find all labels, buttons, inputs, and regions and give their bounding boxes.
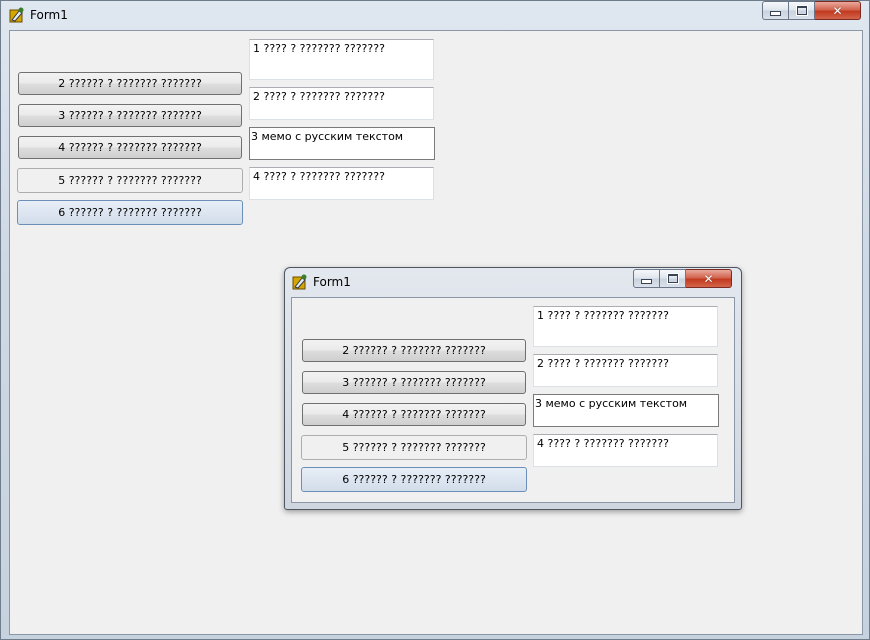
button-2[interactable]: 2 ?????? ? ??????? ???????: [18, 72, 242, 95]
memo-1[interactable]: 1 ???? ? ??????? ???????: [249, 39, 434, 80]
minimize-button[interactable]: [762, 1, 789, 20]
memo-3[interactable]: 3 мемо с русским текстом: [249, 127, 435, 160]
memo-2[interactable]: 2 ???? ? ??????? ???????: [533, 354, 718, 387]
button-5[interactable]: 5 ?????? ? ??????? ???????: [301, 435, 527, 460]
button-6[interactable]: 6 ?????? ? ??????? ???????: [17, 200, 243, 225]
button-6[interactable]: 6 ?????? ? ??????? ???????: [301, 467, 527, 492]
memo-1[interactable]: 1 ???? ? ??????? ???????: [533, 306, 718, 347]
window-title: Form1: [30, 8, 68, 22]
minimize-icon: [770, 11, 781, 16]
button-3[interactable]: 3 ?????? ? ??????? ???????: [302, 371, 526, 394]
button-3[interactable]: 3 ?????? ? ??????? ???????: [18, 104, 242, 127]
caption-buttons: ✕: [762, 1, 861, 20]
minimize-button[interactable]: [633, 269, 660, 288]
maximize-icon: [795, 5, 808, 16]
child-window: Form1 ✕ 2 ?????? ? ??????? ??????? 3 ???…: [284, 267, 742, 510]
app-icon[interactable]: [292, 274, 308, 290]
child-client-area: 2 ?????? ? ??????? ??????? 3 ?????? ? ??…: [291, 297, 735, 503]
button-4[interactable]: 4 ?????? ? ??????? ???????: [18, 136, 242, 159]
button-2[interactable]: 2 ?????? ? ??????? ???????: [302, 339, 526, 362]
caption-buttons: ✕: [633, 269, 732, 288]
memo-2[interactable]: 2 ???? ? ??????? ???????: [249, 87, 434, 120]
memo-4[interactable]: 4 ???? ? ??????? ???????: [249, 167, 434, 200]
close-icon: ✕: [703, 271, 714, 286]
maximize-button[interactable]: [789, 1, 815, 20]
child-titlebar[interactable]: Form1 ✕: [285, 268, 741, 296]
button-5[interactable]: 5 ?????? ? ??????? ???????: [17, 168, 243, 193]
maximize-button[interactable]: [660, 269, 686, 288]
button-4[interactable]: 4 ?????? ? ??????? ???????: [302, 403, 526, 426]
memo-3[interactable]: 3 мемо с русским текстом: [533, 394, 719, 427]
main-titlebar[interactable]: Form1 ✕: [1, 1, 869, 29]
close-button[interactable]: ✕: [815, 1, 861, 20]
minimize-icon: [641, 279, 652, 284]
close-button[interactable]: ✕: [686, 269, 732, 288]
maximize-icon: [666, 273, 679, 284]
close-icon: ✕: [832, 3, 843, 18]
app-icon[interactable]: [9, 7, 25, 23]
memo-4[interactable]: 4 ???? ? ??????? ???????: [533, 434, 718, 467]
window-title: Form1: [313, 275, 351, 289]
